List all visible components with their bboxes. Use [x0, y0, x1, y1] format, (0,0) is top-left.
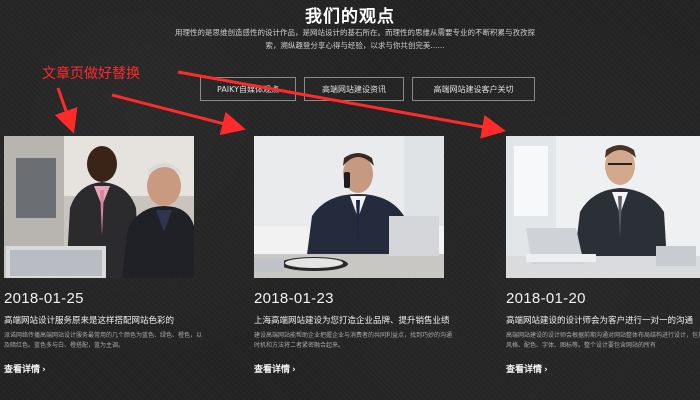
- article-excerpt: 建设高端网站能帮助企业把握企业与消费者的共同利益点，找到巧妙的沟通时机和方法将二…: [254, 332, 453, 349]
- article-title[interactable]: 高端网站建设的设计师会为客户进行一对一的沟通: [506, 314, 700, 326]
- article-date: 2018-01-23: [254, 290, 334, 307]
- article-card[interactable]: 2018-01-25 高端网站设计服务原来是这样搭配网站色彩的 派诺网络传播高端…: [4, 136, 202, 375]
- tab-paiky-media[interactable]: PAIKY自媒体观点: [200, 77, 296, 101]
- article-photo[interactable]: [4, 136, 194, 278]
- article-date: 2018-01-20: [506, 290, 586, 307]
- arrow-to-card-1: [54, 87, 78, 134]
- article-excerpt: 高端网站建设的设计师会根据前期沟通对网站整体布局结构进行设计，包括风格、配色、字…: [506, 332, 700, 349]
- article-card[interactable]: 2018-01-20 高端网站建设的设计师会为客户进行一对一的沟通 高端网站建设…: [506, 136, 700, 375]
- read-more-link[interactable]: 查看详情 ›: [506, 362, 548, 375]
- article-title[interactable]: 高端网站设计服务原来是这样搭配网站色彩的: [4, 314, 204, 326]
- section-title: 我们的观点: [305, 7, 395, 27]
- tab-client-concerns[interactable]: 高端网站建设客户关切: [412, 77, 535, 101]
- article-card[interactable]: 2018-01-23 上海高端网站建设为您打造企业品牌、提升销售业绩 建设高端网…: [254, 136, 452, 375]
- article-date: 2018-01-25: [4, 290, 84, 307]
- chevron-right-icon: ›: [292, 365, 296, 375]
- read-more-link[interactable]: 查看详情 ›: [254, 362, 296, 375]
- chevron-right-icon: ›: [544, 365, 548, 375]
- article-photo[interactable]: [254, 136, 444, 278]
- chevron-right-icon: ›: [42, 365, 46, 375]
- read-more-link[interactable]: 查看详情 ›: [4, 362, 46, 375]
- article-photo[interactable]: [506, 136, 700, 278]
- annotation-label: 文章页做好替换: [42, 66, 140, 82]
- section-description: 用理性的是思维创造感性的设计作品，是网站设计的基石所在。而理性的思维从需要专业的…: [175, 28, 535, 50]
- read-more-label: 查看详情: [4, 365, 41, 375]
- read-more-label: 查看详情: [506, 365, 543, 375]
- article-excerpt: 派诺网络传播高端网站设计服务最常用的几个颜色为蓝色、绿色、橙色，以及暗红色。蓝色…: [4, 332, 203, 349]
- article-title[interactable]: 上海高端网站建设为您打造企业品牌、提升销售业绩: [254, 314, 454, 326]
- read-more-label: 查看详情: [254, 365, 291, 375]
- tab-web-news[interactable]: 高端网站建设资讯: [304, 77, 404, 101]
